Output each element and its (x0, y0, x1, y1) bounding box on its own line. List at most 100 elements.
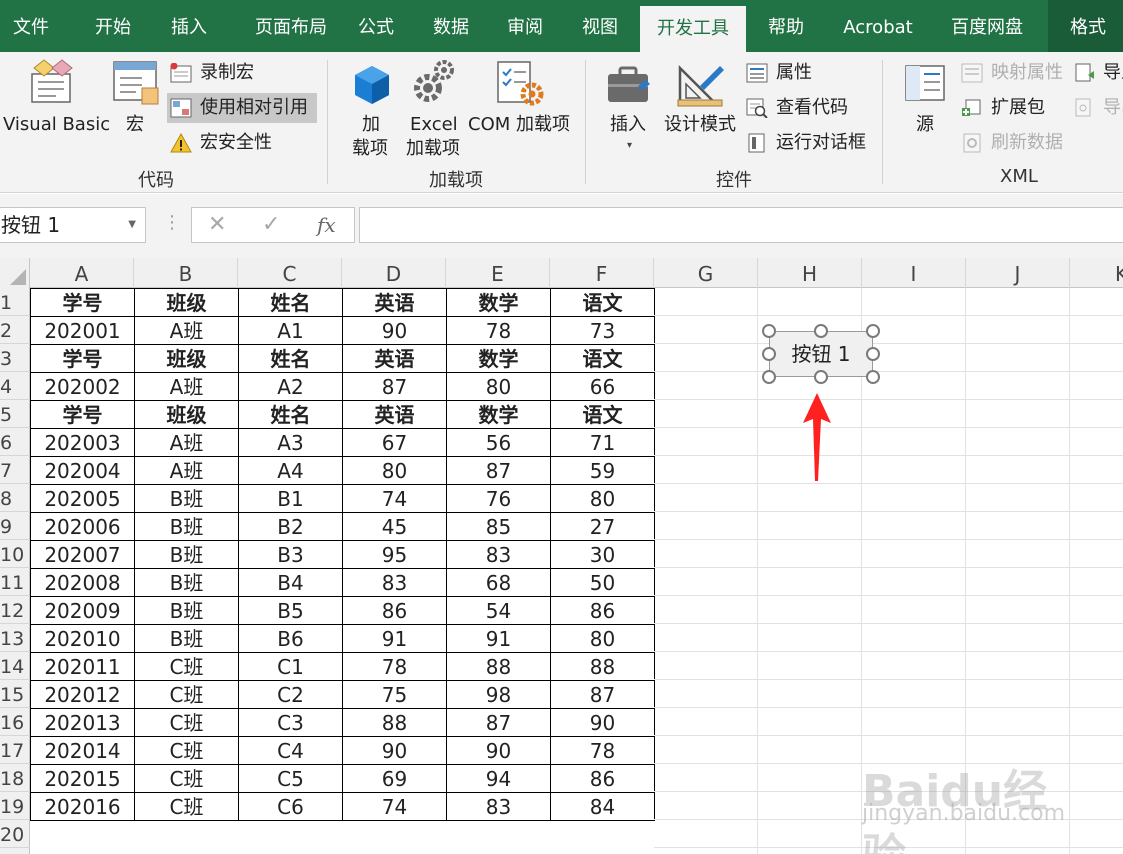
expansion-packs-button[interactable]: 扩展包 (961, 93, 1071, 123)
cell-e11[interactable]: 68 (446, 568, 551, 597)
cell-c11[interactable]: B4 (238, 568, 343, 597)
cell-b17[interactable]: C班 (134, 736, 239, 765)
cell-e13[interactable]: 91 (446, 624, 551, 653)
cell-a8[interactable]: 202005 (30, 484, 135, 513)
row-header-5[interactable]: 5 (0, 400, 30, 428)
column-header-f[interactable]: F (550, 258, 654, 288)
cell-f11[interactable]: 50 (550, 568, 655, 597)
cell-c5[interactable]: 姓名 (238, 400, 343, 429)
insert-control-button[interactable]: 插入 ▾ (602, 56, 658, 160)
row-header-16[interactable]: 16 (0, 708, 30, 736)
cell-e15[interactable]: 98 (446, 680, 551, 709)
cell-e16[interactable]: 87 (446, 708, 551, 737)
column-header-e[interactable]: E (446, 258, 550, 288)
cell-a6[interactable]: 202003 (30, 428, 135, 457)
tab-developer[interactable]: 开发工具 (640, 6, 746, 52)
cell-e14[interactable]: 88 (446, 652, 551, 681)
xml-source-button[interactable]: 源 (900, 56, 954, 152)
cell-c2[interactable]: A1 (238, 316, 343, 345)
cell-f5[interactable]: 语文 (550, 400, 655, 429)
run-dialog-button[interactable]: 运行对话框 (746, 128, 876, 158)
cell-f17[interactable]: 78 (550, 736, 655, 765)
cell-a10[interactable]: 202007 (30, 540, 135, 569)
cell-a14[interactable]: 202011 (30, 652, 135, 681)
cell-d7[interactable]: 80 (342, 456, 447, 485)
cell-b5[interactable]: 班级 (134, 400, 239, 429)
cell-b3[interactable]: 班级 (134, 344, 239, 373)
tab-view[interactable]: 视图 (567, 0, 633, 52)
cell-e6[interactable]: 56 (446, 428, 551, 457)
cell-b11[interactable]: B班 (134, 568, 239, 597)
excel-addins-button[interactable]: Excel 加载项 (402, 56, 464, 160)
cell-a19[interactable]: 202016 (30, 792, 135, 821)
cell-a4[interactable]: 202002 (30, 372, 135, 401)
row-header-20[interactable]: 20 (0, 820, 30, 848)
row-header-12[interactable]: 12 (0, 596, 30, 624)
cell-f12[interactable]: 86 (550, 596, 655, 625)
cell-d19[interactable]: 74 (342, 792, 447, 821)
cell-e5[interactable]: 数学 (446, 400, 551, 429)
cell-a2[interactable]: 202001 (30, 316, 135, 345)
cell-c7[interactable]: A4 (238, 456, 343, 485)
tab-format[interactable]: 格式 (1048, 0, 1123, 52)
cell-e17[interactable]: 90 (446, 736, 551, 765)
map-properties-button[interactable]: 映射属性 (961, 58, 1071, 88)
column-header-c[interactable]: C (238, 258, 342, 288)
tab-help[interactable]: 帮助 (753, 0, 819, 52)
row-header-15[interactable]: 15 (0, 680, 30, 708)
row-header-6[interactable]: 6 (0, 428, 30, 456)
cell-d1[interactable]: 英语 (342, 288, 447, 317)
cell-d9[interactable]: 45 (342, 512, 447, 541)
tab-file[interactable]: 文件 (0, 0, 62, 52)
cell-e18[interactable]: 94 (446, 764, 551, 793)
cell-d8[interactable]: 74 (342, 484, 447, 513)
row-header-19[interactable]: 19 (0, 792, 30, 820)
cell-b8[interactable]: B班 (134, 484, 239, 513)
cell-b9[interactable]: B班 (134, 512, 239, 541)
cell-d13[interactable]: 91 (342, 624, 447, 653)
resize-handle[interactable] (866, 324, 880, 338)
column-header-d[interactable]: D (342, 258, 446, 288)
cell-d17[interactable]: 90 (342, 736, 447, 765)
cell-c3[interactable]: 姓名 (238, 344, 343, 373)
cell-c14[interactable]: C1 (238, 652, 343, 681)
cell-f2[interactable]: 73 (550, 316, 655, 345)
chevron-down-icon[interactable]: ▼ (128, 208, 136, 242)
tab-page-layout[interactable]: 页面布局 (236, 0, 346, 52)
enter-icon[interactable]: ✓ (262, 212, 280, 237)
cell-f16[interactable]: 90 (550, 708, 655, 737)
cell-c12[interactable]: B5 (238, 596, 343, 625)
column-header-i[interactable]: I (862, 258, 966, 288)
tab-formulas[interactable]: 公式 (346, 0, 406, 52)
tab-home[interactable]: 开始 (80, 0, 146, 52)
cell-e8[interactable]: 76 (446, 484, 551, 513)
cell-d5[interactable]: 英语 (342, 400, 447, 429)
cell-e9[interactable]: 85 (446, 512, 551, 541)
resize-handle[interactable] (866, 370, 880, 384)
tab-baidu-netdisk[interactable]: 百度网盘 (938, 0, 1036, 52)
cell-d18[interactable]: 69 (342, 764, 447, 793)
row-header-18[interactable]: 18 (0, 764, 30, 792)
record-macro-button[interactable]: 录制宏 (170, 58, 290, 88)
cell-b7[interactable]: A班 (134, 456, 239, 485)
cell-b14[interactable]: C班 (134, 652, 239, 681)
cell-d10[interactable]: 95 (342, 540, 447, 569)
formula-bar-grip-icon[interactable]: ⋮ (163, 212, 181, 233)
cell-f15[interactable]: 87 (550, 680, 655, 709)
row-header-17[interactable]: 17 (0, 736, 30, 764)
formula-input[interactable] (359, 207, 1123, 243)
column-header-j[interactable]: J (966, 258, 1070, 288)
cell-a16[interactable]: 202013 (30, 708, 135, 737)
cell-c19[interactable]: C6 (238, 792, 343, 821)
cell-e1[interactable]: 数学 (446, 288, 551, 317)
cell-c8[interactable]: B1 (238, 484, 343, 513)
cell-c4[interactable]: A2 (238, 372, 343, 401)
row-header-7[interactable]: 7 (0, 456, 30, 484)
cell-d6[interactable]: 67 (342, 428, 447, 457)
tab-review[interactable]: 审阅 (492, 0, 558, 52)
cell-d3[interactable]: 英语 (342, 344, 447, 373)
row-header-4[interactable]: 4 (0, 372, 30, 400)
export-button[interactable]: 导出 (1073, 93, 1123, 123)
tab-acrobat[interactable]: Acrobat (830, 0, 926, 52)
cell-d16[interactable]: 88 (342, 708, 447, 737)
